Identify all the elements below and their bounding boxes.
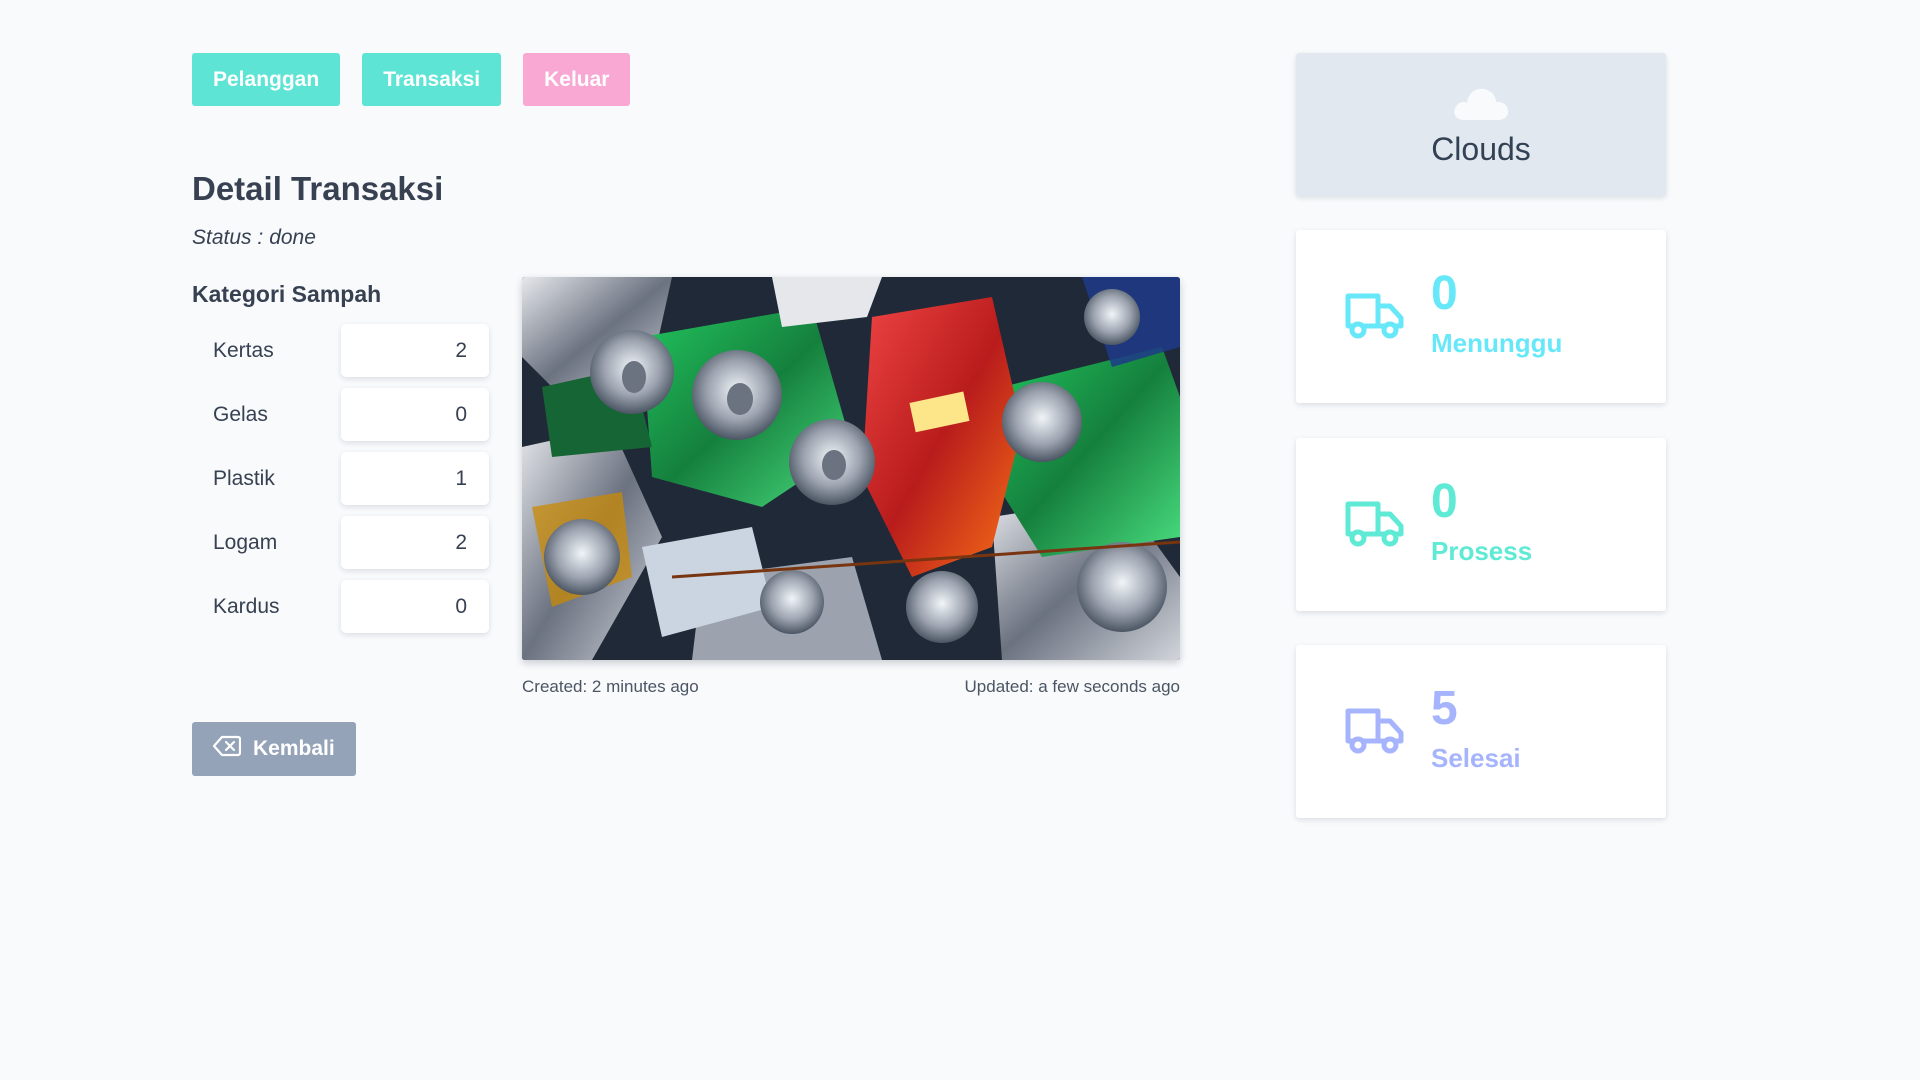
updated-timestamp: Updated: a few seconds ago bbox=[964, 677, 1180, 696]
kategori-label: Kertas bbox=[213, 338, 274, 362]
kategori-value-field: 0 bbox=[341, 580, 489, 633]
truck-icon bbox=[1344, 498, 1406, 553]
weather-label: Clouds bbox=[1431, 130, 1531, 167]
stat-count: 0 bbox=[1431, 267, 1458, 320]
page-title: Detail Transaksi bbox=[192, 170, 444, 207]
stat-card-menunggu: 0 Menunggu bbox=[1296, 230, 1666, 403]
status-line: Status : done bbox=[192, 226, 316, 250]
stat-card-selesai: 5 Selesai bbox=[1296, 645, 1666, 818]
backspace-icon bbox=[212, 735, 242, 763]
kategori-row-logam: Logam 2 bbox=[192, 516, 492, 569]
kategori-value-field: 2 bbox=[341, 516, 489, 569]
kategori-row-gelas: Gelas 0 bbox=[192, 388, 492, 441]
weather-card: Clouds bbox=[1296, 53, 1666, 196]
kategori-title: Kategori Sampah bbox=[192, 281, 382, 307]
status-value: done bbox=[269, 226, 316, 249]
truck-icon bbox=[1344, 290, 1406, 345]
back-button-label: Kembali bbox=[253, 737, 335, 760]
nav-keluar-button[interactable]: Keluar bbox=[523, 53, 631, 106]
stat-count: 0 bbox=[1431, 475, 1458, 528]
back-button[interactable]: Kembali bbox=[192, 722, 356, 776]
stat-label: Selesai bbox=[1431, 743, 1521, 773]
kategori-row-plastik: Plastik 1 bbox=[192, 452, 492, 505]
kategori-row-kardus: Kardus 0 bbox=[192, 580, 492, 633]
stat-card-prosess: 0 Prosess bbox=[1296, 438, 1666, 611]
timestamps: Created: 2 minutes ago Updated: a few se… bbox=[522, 677, 1180, 697]
top-nav: Pelanggan Transaksi Keluar bbox=[192, 53, 631, 106]
nav-transaksi-button[interactable]: Transaksi bbox=[362, 53, 502, 106]
nav-pelanggan-button[interactable]: Pelanggan bbox=[192, 53, 341, 106]
status-label: Status : bbox=[192, 226, 264, 249]
kategori-label: Gelas bbox=[213, 402, 268, 426]
kategori-label: Plastik bbox=[213, 466, 275, 490]
cloud-icon bbox=[1450, 82, 1512, 127]
page: Pelanggan Transaksi Keluar Detail Transa… bbox=[0, 0, 1920, 1080]
waste-photo bbox=[522, 277, 1180, 660]
kategori-list: Kertas 2 Gelas 0 Plastik 1 Logam 2 Kardu… bbox=[192, 324, 492, 644]
kategori-label: Kardus bbox=[213, 594, 280, 618]
truck-icon bbox=[1344, 705, 1406, 760]
kategori-value-field: 1 bbox=[341, 452, 489, 505]
kategori-value-field: 0 bbox=[341, 388, 489, 441]
crushed-cans-image bbox=[522, 277, 1180, 660]
stat-count: 5 bbox=[1431, 682, 1458, 735]
kategori-label: Logam bbox=[213, 530, 278, 554]
kategori-row-kertas: Kertas 2 bbox=[192, 324, 492, 377]
kategori-value-field: 2 bbox=[341, 324, 489, 377]
created-timestamp: Created: 2 minutes ago bbox=[522, 677, 699, 696]
stat-label: Menunggu bbox=[1431, 328, 1563, 358]
stat-label: Prosess bbox=[1431, 536, 1533, 566]
